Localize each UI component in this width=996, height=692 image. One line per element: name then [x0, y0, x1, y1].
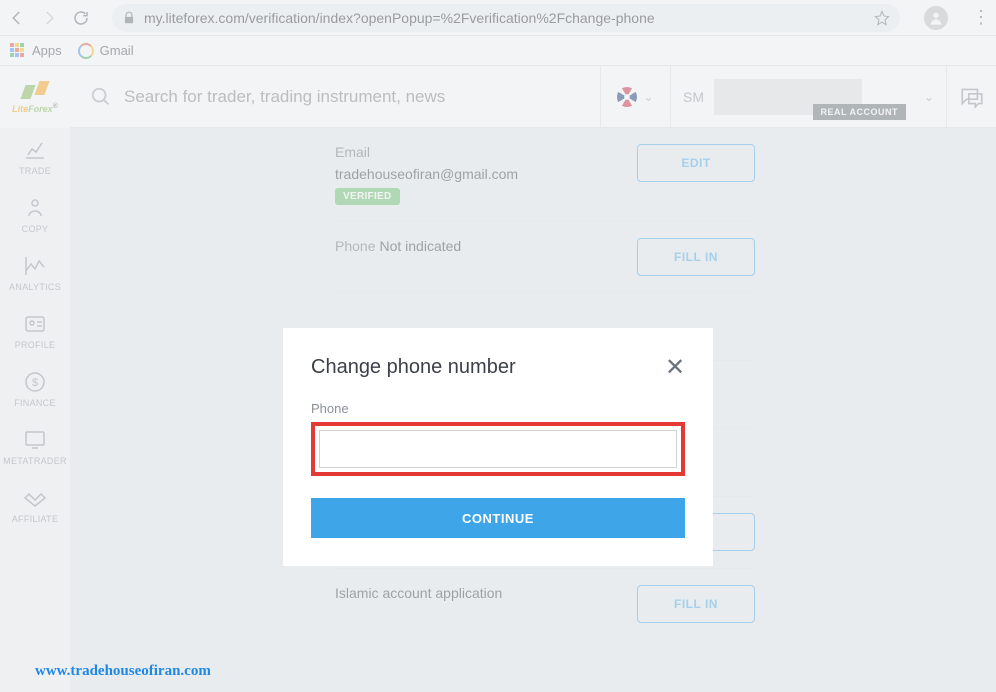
sidebar-label: AFFILIATE [12, 514, 59, 524]
apps-label: Apps [32, 43, 62, 58]
islamic-label: Islamic account application [335, 585, 502, 601]
handshake-icon [23, 486, 47, 510]
sidebar-label: TRADE [19, 166, 51, 176]
chevron-down-icon: ⌄ [924, 90, 934, 104]
logo[interactable]: LiteForex® [0, 66, 70, 128]
sidebar-item-profile[interactable]: PROFILE [0, 302, 70, 360]
id-card-icon [23, 312, 47, 336]
analytics-icon [23, 254, 47, 278]
row-phone: Phone Not indicated FILL IN [335, 222, 755, 293]
close-icon[interactable]: ✕ [665, 358, 685, 378]
email-label: Email [335, 144, 518, 160]
person-icon [23, 196, 47, 220]
profile-avatar-icon[interactable] [924, 6, 948, 30]
chart-line-icon [23, 138, 47, 162]
sidebar-label: PROFILE [15, 340, 56, 350]
language-selector[interactable]: ⌄ [600, 66, 670, 128]
gmail-label: Gmail [100, 43, 134, 58]
row-islamic: Islamic account application FILL IN [335, 569, 755, 639]
account-type-badge: REAL ACCOUNT [813, 104, 907, 120]
svg-text:$: $ [32, 377, 38, 389]
sidebar-label: METATRADER [3, 456, 67, 466]
url-text: my.liteforex.com/verification/index?open… [144, 10, 866, 26]
phone-input[interactable] [319, 430, 677, 468]
search-icon [90, 86, 112, 108]
phone-input-highlight [311, 422, 685, 476]
sidebar-item-trade[interactable]: TRADE [0, 128, 70, 186]
sidebar-label: ANALYTICS [9, 282, 61, 292]
browser-toolbar: my.liteforex.com/verification/index?open… [0, 0, 996, 36]
sidebar-item-copy[interactable]: COPY [0, 186, 70, 244]
sidebar-item-affiliate[interactable]: AFFILIATE [0, 476, 70, 534]
sidebar-item-metatrader[interactable]: METATRADER [0, 418, 70, 476]
logo-mark-icon [21, 81, 49, 103]
sidebar-item-finance[interactable]: $ FINANCE [0, 360, 70, 418]
address-bar[interactable]: my.liteforex.com/verification/index?open… [112, 4, 900, 32]
sidebar-label: FINANCE [14, 398, 56, 408]
user-initials: SM [683, 89, 704, 105]
edit-email-button[interactable]: EDIT [637, 144, 755, 182]
uk-flag-icon [617, 87, 637, 107]
watermark-text: www.tradehouseofiran.com [35, 663, 211, 680]
fillin-phone-button[interactable]: FILL IN [637, 238, 755, 276]
lock-icon [122, 11, 136, 25]
dollar-icon: $ [23, 370, 47, 394]
chat-icon [959, 84, 985, 110]
search-wrap [70, 86, 600, 108]
change-phone-modal: Change phone number ✕ Phone CONTINUE [283, 328, 713, 566]
apps-grid-icon [10, 43, 26, 59]
search-input[interactable] [124, 87, 580, 107]
continue-button[interactable]: CONTINUE [311, 498, 685, 538]
chat-button[interactable] [946, 66, 996, 128]
verified-badge: VERIFIED [335, 188, 400, 205]
phone-label: Phone [335, 238, 375, 254]
browser-menu-icon[interactable]: ⋮ [972, 7, 988, 28]
chevron-down-icon: ⌄ [643, 90, 653, 104]
back-icon[interactable] [8, 9, 26, 27]
forward-icon[interactable] [40, 9, 58, 27]
monitor-icon [23, 428, 47, 452]
logo-text: LiteForex® [12, 103, 58, 114]
sidebar: LiteForex® TRADE COPY ANALYTICS PROFILE … [0, 66, 70, 692]
email-value: tradehouseofiran@gmail.com [335, 166, 518, 182]
modal-title: Change phone number [311, 356, 516, 379]
sidebar-label: COPY [22, 224, 49, 234]
bookmarks-bar: Apps Gmail [0, 36, 996, 66]
sidebar-item-analytics[interactable]: ANALYTICS [0, 244, 70, 302]
google-icon [78, 43, 94, 59]
gmail-shortcut[interactable]: Gmail [78, 43, 134, 59]
phone-field-label: Phone [311, 401, 685, 416]
topbar: ⌄ SM ⌄ REAL ACCOUNT [70, 66, 996, 128]
phone-value: Not indicated [379, 238, 461, 254]
reload-icon[interactable] [72, 9, 90, 27]
fillin-islamic-button[interactable]: FILL IN [637, 585, 755, 623]
row-email: Email tradehouseofiran@gmail.com VERIFIE… [335, 128, 755, 222]
bookmark-star-icon[interactable] [874, 10, 890, 26]
account-selector[interactable]: SM ⌄ REAL ACCOUNT [670, 66, 946, 128]
apps-shortcut[interactable]: Apps [10, 43, 62, 59]
